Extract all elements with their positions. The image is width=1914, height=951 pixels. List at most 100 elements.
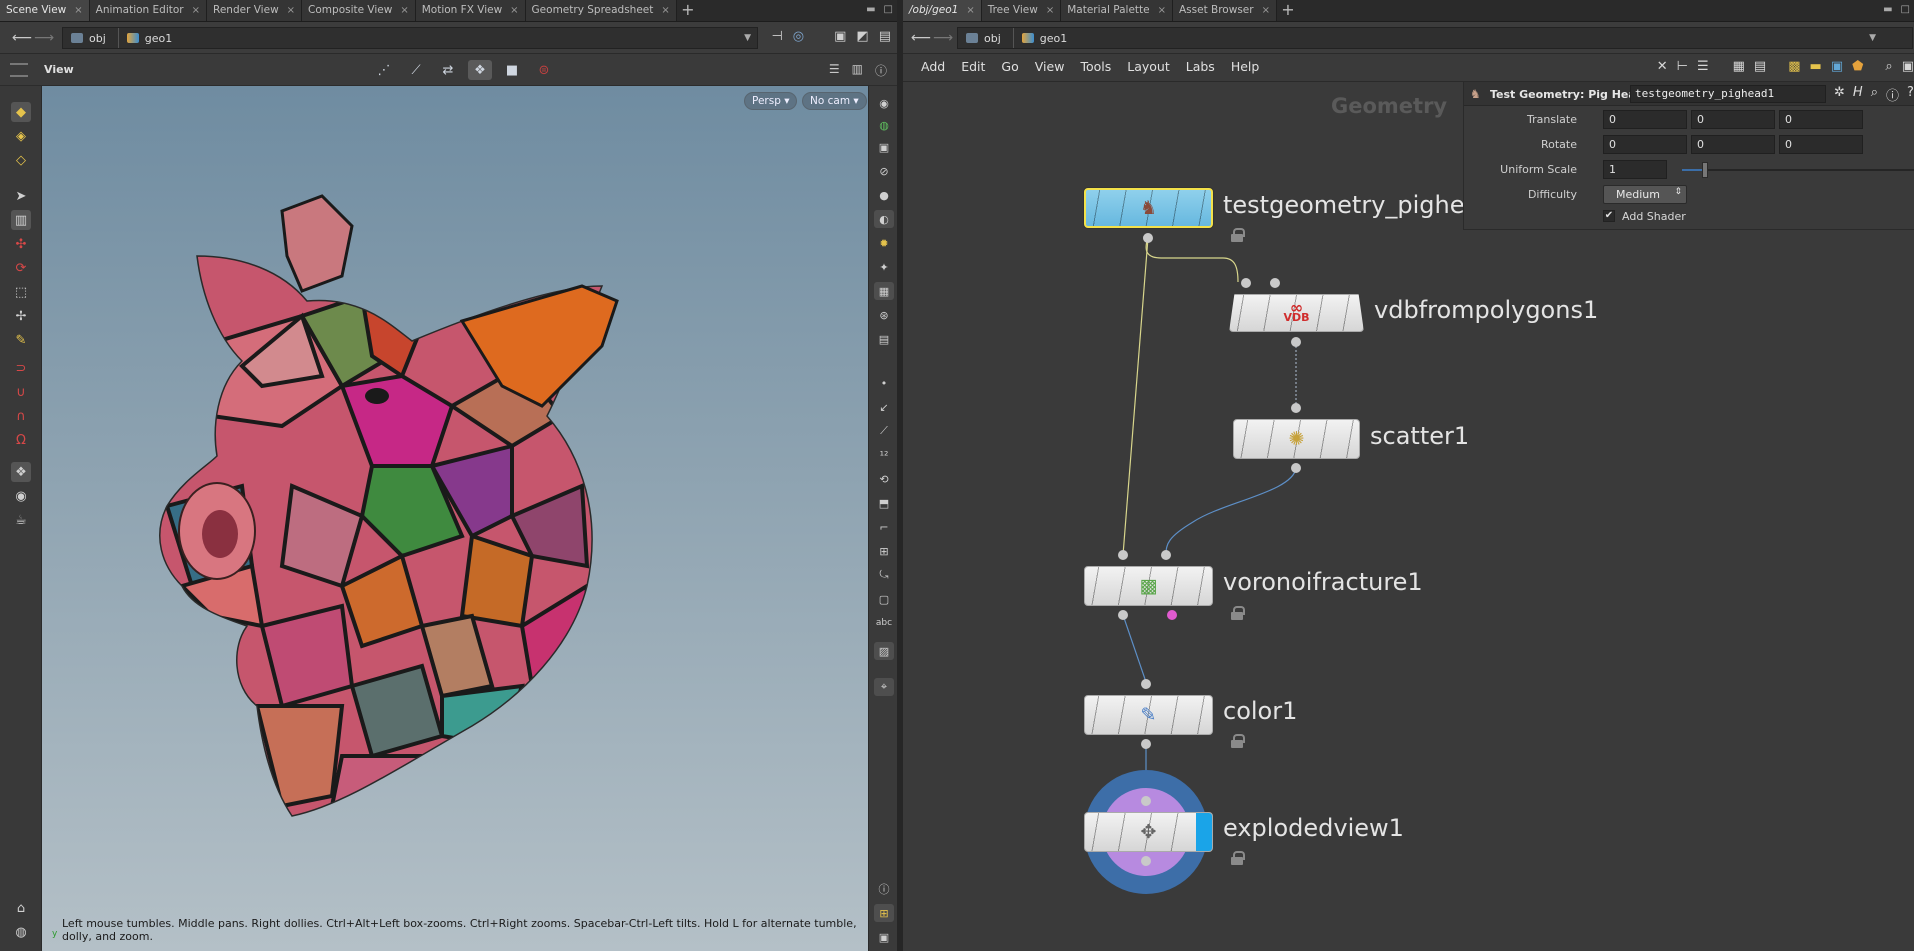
output-connector[interactable] xyxy=(1291,463,1301,473)
add-tab-button[interactable]: + xyxy=(1277,0,1299,21)
scale-tool-icon[interactable]: ⬚ xyxy=(11,282,31,302)
select-prims-icon[interactable]: ⇄ xyxy=(436,60,460,80)
layout-icon[interactable]: ☰ xyxy=(829,62,840,79)
bbox-icon[interactable]: ▢ xyxy=(874,590,894,608)
input-connector[interactable] xyxy=(1270,278,1280,288)
tab-obj-geo1[interactable]: /obj/geo1 × xyxy=(903,0,982,21)
close-icon[interactable]: × xyxy=(400,0,408,21)
flipbook-icon[interactable]: ▣ xyxy=(1902,59,1914,74)
info-icon[interactable]: ⓘ xyxy=(1886,85,1899,104)
node-scatter1[interactable]: ✺ xyxy=(1233,419,1360,459)
list-icon[interactable]: ☰ xyxy=(1697,59,1709,74)
close-icon[interactable]: × xyxy=(510,0,518,21)
node-voronoifracture1[interactable]: ▩ xyxy=(1084,566,1213,606)
menu-go[interactable]: Go xyxy=(1001,59,1018,74)
flipbook-icon[interactable]: ⌂ xyxy=(11,898,31,918)
input-connector[interactable] xyxy=(1141,679,1151,689)
node-color1[interactable]: ✎ xyxy=(1084,695,1213,735)
transform-icon[interactable]: ◈ xyxy=(11,126,31,146)
no-light-icon[interactable]: ⊘ xyxy=(874,162,894,180)
toolbar-handle[interactable] xyxy=(10,63,28,77)
tab-composite-view[interactable]: Composite View × xyxy=(302,0,416,21)
translate-x-field[interactable]: 0 xyxy=(1603,110,1687,129)
3d-viewport[interactable]: Persp ▾ No cam ▾ y Left mouse tumbles. M… xyxy=(42,86,868,951)
select-objects-icon[interactable]: ❖ xyxy=(468,60,492,80)
node-explodedview1[interactable]: ✥ xyxy=(1084,812,1213,852)
select-points-icon[interactable]: ⋰ xyxy=(372,60,396,80)
pane-menu-icon[interactable]: ▬ xyxy=(1883,4,1892,15)
rotate-z-field[interactable]: 0 xyxy=(1779,135,1863,154)
back-icon[interactable]: ⟵ xyxy=(12,30,32,46)
profile-icon[interactable]: ⤿ xyxy=(874,566,894,584)
wrench-icon[interactable]: ✕ xyxy=(1657,59,1668,74)
network-canvas[interactable]: Geometry ♞ testgeometry_pighead1 ∞ VDB vd… xyxy=(903,82,1914,951)
snapshot-icon[interactable]: ◩ xyxy=(856,29,868,44)
rotate-tool-icon[interactable]: ⟳ xyxy=(11,258,31,278)
help-icon[interactable]: ? xyxy=(1907,85,1914,104)
palette-icon[interactable]: ⬟ xyxy=(1852,59,1863,74)
search-icon[interactable]: ⌕ xyxy=(1871,85,1878,104)
select-geometry-icon[interactable]: ■ xyxy=(500,60,524,80)
breadcrumb-geo1[interactable]: geo1 xyxy=(1014,28,1079,48)
pane-menu-icon[interactable]: ▬ xyxy=(866,4,875,15)
camera-tool-icon[interactable]: ◉ xyxy=(11,486,31,506)
path-field[interactable]: obj geo1 ▼ xyxy=(62,27,758,49)
snap-grid-icon[interactable]: ∩ xyxy=(11,406,31,426)
eye-icon[interactable]: ◉ xyxy=(874,94,894,112)
search-icon[interactable]: ⌕ xyxy=(1885,59,1892,74)
note-icon[interactable]: ▬ xyxy=(1810,59,1822,74)
move-tool-icon[interactable]: ✣ xyxy=(11,234,31,254)
rotate-y-field[interactable]: 0 xyxy=(1691,135,1775,154)
tree-icon[interactable]: ⊢ xyxy=(1677,59,1688,74)
gear-icon[interactable]: ✲ xyxy=(1834,85,1845,104)
background-image-icon[interactable]: ▨ xyxy=(874,642,894,660)
prim-normal-icon[interactable]: ⟲ xyxy=(874,470,894,488)
render-tool-icon[interactable]: ☕ xyxy=(11,510,31,530)
tab-motion-fx-view[interactable]: Motion FX View × xyxy=(415,0,526,21)
chevron-down-icon[interactable]: ▼ xyxy=(1869,33,1876,43)
grid-view-icon[interactable]: ▦ xyxy=(1733,59,1745,74)
number-icon[interactable]: ¹² xyxy=(874,446,894,464)
render-icon[interactable]: ▤ xyxy=(879,29,891,44)
display-flag[interactable] xyxy=(1196,813,1212,851)
tab-geometry-spreadsheet[interactable]: Geometry Spreadsheet × xyxy=(525,0,677,21)
menu-edit[interactable]: Edit xyxy=(961,59,985,74)
breadcrumb-obj[interactable]: obj xyxy=(958,28,1014,48)
handle-tool-icon[interactable]: ◆ xyxy=(11,102,31,122)
uniform-scale-field[interactable]: 1 xyxy=(1603,160,1667,179)
select-edges-icon[interactable]: ⟋ xyxy=(404,60,428,80)
node-vdbfrompolygons1[interactable]: ∞ VDB xyxy=(1229,294,1364,332)
menu-view[interactable]: View xyxy=(1035,59,1065,74)
display-icon[interactable]: ▦ xyxy=(874,282,894,300)
input-connector[interactable] xyxy=(1161,550,1171,560)
sticky-note-icon[interactable]: ▩ xyxy=(1788,59,1800,74)
normal-icon[interactable]: ↙ xyxy=(874,398,894,416)
close-icon[interactable]: × xyxy=(287,0,295,21)
breadcrumb-obj[interactable]: obj xyxy=(63,28,119,48)
input-connector[interactable] xyxy=(1291,403,1301,413)
node-name-field[interactable]: testgeometry_pighead1 xyxy=(1630,85,1826,103)
ghost-icon[interactable]: ◍ xyxy=(874,116,894,134)
tab-tree-view[interactable]: Tree View × xyxy=(981,0,1062,21)
breadcrumb-geo1[interactable]: geo1 xyxy=(119,28,184,48)
point-icon[interactable]: • xyxy=(874,374,894,392)
tab-material-palette[interactable]: Material Palette × xyxy=(1061,0,1173,21)
lock-icon[interactable] xyxy=(1231,606,1245,620)
select-arrow-icon[interactable]: ➤ xyxy=(11,186,31,206)
hull-icon[interactable]: ⬒ xyxy=(874,494,894,512)
slider-knob[interactable] xyxy=(1702,162,1709,178)
path-field[interactable]: obj geo1 ▼ xyxy=(957,27,1913,49)
translate-z-field[interactable]: 0 xyxy=(1779,110,1863,129)
display-options-icon[interactable]: ▣ xyxy=(834,29,846,44)
chevron-down-icon[interactable]: ▼ xyxy=(744,33,751,43)
add-shader-checkbox[interactable]: ✔ xyxy=(1603,210,1615,222)
uv-icon[interactable]: ⌐ xyxy=(874,518,894,536)
magnet-icon[interactable]: ⊃ xyxy=(11,358,31,378)
help-icon[interactable]: ⓘ xyxy=(875,62,887,79)
record-icon[interactable]: ◍ xyxy=(11,922,31,942)
vector-icon[interactable]: ⟋ xyxy=(874,422,894,440)
pin-icon[interactable]: ⊣ xyxy=(771,29,782,44)
close-icon[interactable]: × xyxy=(1046,0,1054,21)
tab-render-view[interactable]: Render View × xyxy=(207,0,303,21)
output-connector[interactable] xyxy=(1141,739,1151,749)
